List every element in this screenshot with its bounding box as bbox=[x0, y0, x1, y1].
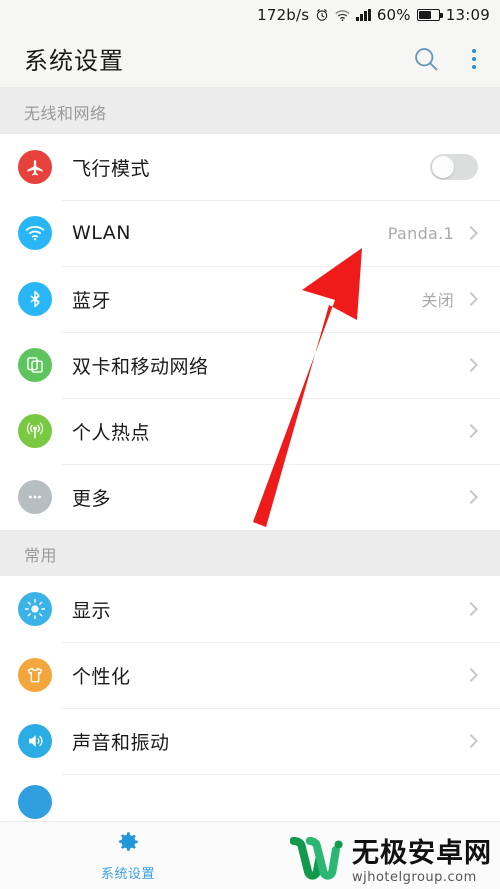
overflow-menu-icon[interactable] bbox=[466, 45, 482, 73]
bluetooth-icon bbox=[18, 282, 52, 316]
wlan-value: Panda.1 bbox=[387, 223, 454, 243]
partial-row-icon bbox=[18, 785, 52, 819]
nav-item-label: 系统设置 bbox=[100, 867, 155, 882]
settings-row-partial[interactable] bbox=[0, 774, 500, 819]
watermark-text: 无极安卓网 wjhotelgroup.com bbox=[352, 840, 492, 885]
brightness-icon bbox=[18, 592, 52, 626]
section-header-common: 常用 bbox=[0, 530, 500, 576]
speaker-icon bbox=[18, 724, 52, 758]
settings-row-label: 双卡和移动网络 bbox=[72, 355, 209, 378]
settings-row-label: 蓝牙 bbox=[72, 289, 112, 312]
nav-item-system-settings[interactable]: 系统设置 bbox=[48, 829, 208, 882]
settings-row-display[interactable]: 显示 bbox=[0, 576, 500, 642]
settings-row-bluetooth[interactable]: 蓝牙 关闭 bbox=[0, 266, 500, 332]
battery-percent-text: 60% bbox=[376, 5, 411, 24]
airplane-mode-toggle[interactable] bbox=[430, 154, 478, 180]
settings-row-more[interactable]: 更多 bbox=[0, 464, 500, 530]
settings-row-label: 飞行模式 bbox=[72, 157, 151, 180]
tshirt-icon bbox=[18, 658, 52, 692]
settings-row-label: 个性化 bbox=[72, 665, 131, 688]
settings-row-airplane-mode[interactable]: 飞行模式 bbox=[0, 134, 500, 200]
settings-row-dual-sim[interactable]: 双卡和移动网络 bbox=[0, 332, 500, 398]
chevron-right-icon bbox=[463, 733, 479, 749]
chevron-right-icon bbox=[463, 291, 479, 307]
chevron-right-icon bbox=[463, 489, 479, 505]
chevron-right-icon bbox=[463, 357, 479, 373]
cellular-signal-icon bbox=[356, 9, 371, 21]
watermark-title: 无极安卓网 bbox=[352, 838, 492, 869]
page-title: 系统设置 bbox=[24, 47, 124, 75]
phone-screen: 172b/s 60% 13:09 系统设置 无线和网络 飞行模式 WLAN Pa… bbox=[0, 0, 500, 889]
w-logo-icon bbox=[289, 835, 344, 885]
battery-icon bbox=[416, 9, 443, 21]
bottom-nav-bar: 系统设置 无极安卓网 wjhotelgroup.com bbox=[0, 821, 500, 889]
settings-row-wlan[interactable]: WLAN Panda.1 bbox=[0, 200, 500, 266]
settings-row-label: 声音和振动 bbox=[72, 731, 170, 754]
chevron-right-icon bbox=[463, 667, 479, 683]
settings-row-sound[interactable]: 声音和振动 bbox=[0, 708, 500, 774]
watermark: 无极安卓网 wjhotelgroup.com bbox=[289, 835, 492, 885]
settings-row-label: 个人热点 bbox=[72, 421, 151, 444]
sim-cards-icon bbox=[18, 348, 52, 382]
settings-row-label: WLAN bbox=[72, 222, 132, 244]
settings-row-label: 更多 bbox=[72, 487, 112, 510]
chevron-right-icon bbox=[463, 225, 479, 241]
wifi-icon bbox=[335, 9, 350, 22]
alarm-clock-icon bbox=[315, 8, 329, 22]
status-bar: 172b/s 60% 13:09 bbox=[0, 0, 500, 30]
network-speed-text: 172b/s bbox=[257, 5, 310, 24]
section-header-wireless: 无线和网络 bbox=[0, 88, 500, 134]
wifi-icon bbox=[18, 216, 52, 250]
chevron-right-icon bbox=[463, 423, 479, 439]
settings-list[interactable]: 无线和网络 飞行模式 WLAN Panda.1 蓝牙 关闭 双卡和移动网络 个人… bbox=[0, 88, 500, 889]
chevron-right-icon bbox=[463, 601, 479, 617]
airplane-icon bbox=[18, 150, 52, 184]
settings-row-label: 显示 bbox=[72, 599, 112, 622]
bluetooth-value: 关闭 bbox=[421, 291, 454, 310]
clock-text: 13:09 bbox=[445, 5, 490, 24]
settings-row-personalization[interactable]: 个性化 bbox=[0, 642, 500, 708]
ellipsis-icon bbox=[18, 480, 52, 514]
watermark-url: wjhotelgroup.com bbox=[352, 870, 477, 885]
settings-row-hotspot[interactable]: 个人热点 bbox=[0, 398, 500, 464]
app-bar-actions bbox=[412, 45, 482, 73]
hotspot-icon bbox=[18, 414, 52, 448]
gear-icon bbox=[115, 829, 141, 859]
search-icon[interactable] bbox=[412, 45, 440, 73]
app-bar: 系统设置 bbox=[0, 30, 500, 88]
